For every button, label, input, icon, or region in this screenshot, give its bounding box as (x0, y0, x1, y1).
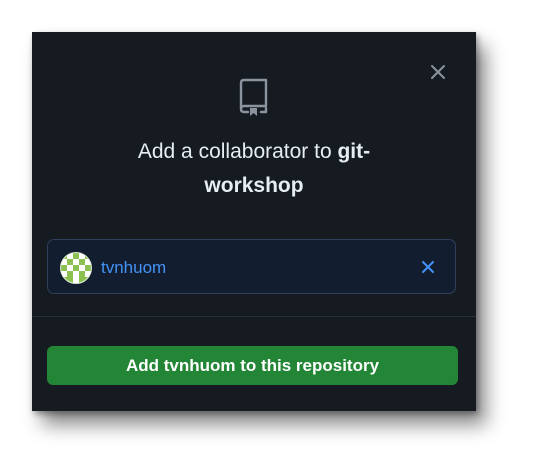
close-icon (431, 65, 445, 79)
selected-user-chip: tvnhuom (47, 239, 456, 294)
title-line-1: Add a collaborator to git- (32, 135, 476, 169)
avatar (60, 252, 92, 284)
title-line-2: workshop (32, 169, 476, 203)
repo-name-part-1: git- (337, 140, 371, 163)
add-collaborator-dialog: Add a collaborator to git- workshop tvnh… (32, 32, 476, 411)
selected-username: tvnhuom (101, 258, 167, 277)
close-icon (422, 261, 434, 273)
close-dialog-button[interactable] (427, 61, 449, 83)
divider (32, 316, 476, 317)
repo-icon (239, 78, 268, 116)
title-prefix: Add a collaborator to (137, 140, 338, 163)
repo-name-part-2: workshop (204, 174, 304, 197)
remove-user-button[interactable] (420, 259, 436, 275)
add-collaborator-button[interactable]: Add tvnhuom to this repository (47, 346, 458, 385)
dialog-title: Add a collaborator to git- workshop (32, 135, 476, 203)
